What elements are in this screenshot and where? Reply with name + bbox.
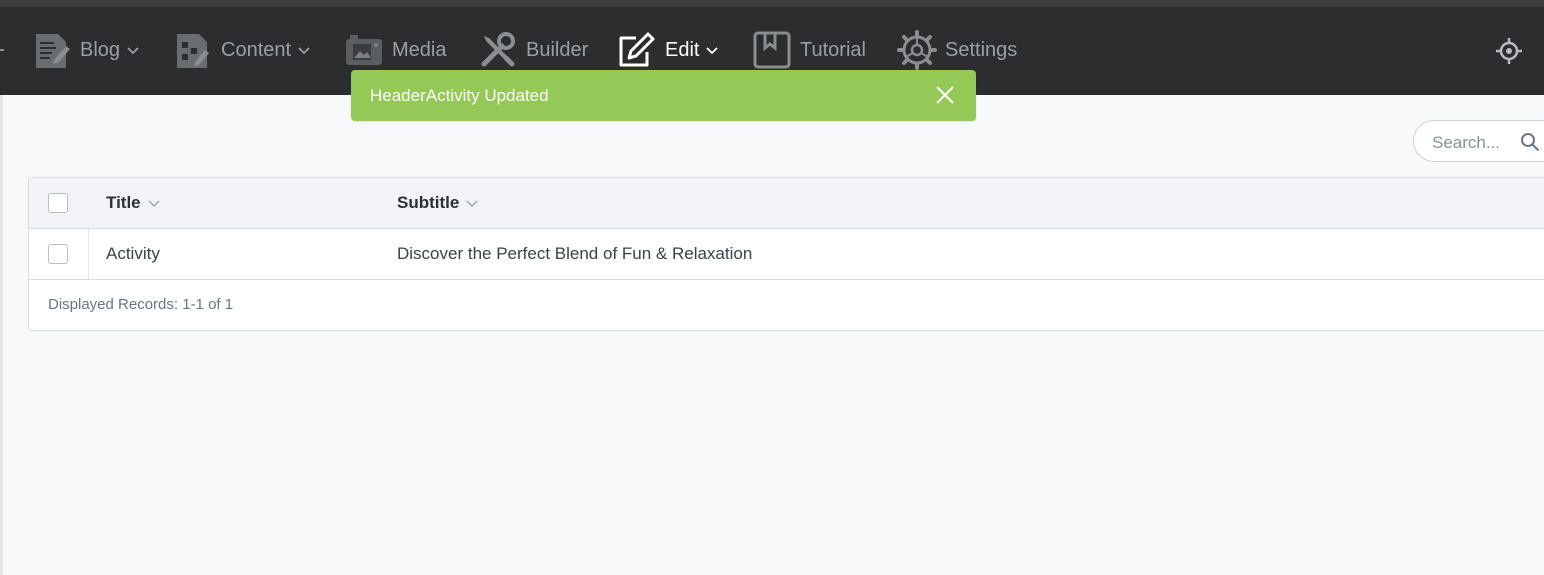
- records-count: Displayed Records: 1-1 of 1: [48, 296, 234, 313]
- row-checkbox[interactable]: [48, 244, 68, 264]
- builder-tools-icon: [478, 30, 518, 70]
- left-sidebar-edge: [0, 95, 3, 575]
- edit-pencil-icon: [617, 30, 657, 70]
- nav-item-content[interactable]: Content: [173, 27, 311, 73]
- search-icon[interactable]: [1520, 132, 1540, 152]
- chevron-down-icon: [297, 43, 311, 57]
- nav-item-edit[interactable]: Edit: [617, 27, 719, 73]
- nav-item-tutorial-label: Tutorial: [800, 38, 866, 61]
- row-divider: [88, 229, 89, 279]
- nav-item-settings-label: Settings: [945, 38, 1018, 61]
- nav-item-blog[interactable]: Blog: [32, 27, 140, 73]
- chevron-down-icon: [705, 43, 719, 57]
- nav-item-tutorial[interactable]: Tutorial: [752, 27, 866, 73]
- nav-item-edit-label: Edit: [665, 38, 700, 61]
- content-document-icon: [173, 30, 213, 70]
- settings-gear-icon: [897, 30, 937, 70]
- column-header-subtitle-label: Subtitle: [397, 193, 460, 212]
- chevron-down-icon: [126, 43, 140, 57]
- locate-crosshair-icon[interactable]: [1494, 36, 1524, 66]
- nav-item-builder-label: Builder: [526, 38, 589, 61]
- column-header-title-label: Title: [106, 193, 141, 212]
- records-table: Title Subtitle Activity Discover the Per…: [28, 177, 1544, 331]
- nav-item-settings[interactable]: Settings: [897, 27, 1017, 73]
- nav-item-builder[interactable]: Builder: [478, 27, 588, 73]
- table-header: Title Subtitle: [29, 178, 1544, 229]
- success-toast: HeaderActivity Updated: [351, 70, 976, 121]
- nav-item-media-label: Media: [392, 38, 447, 61]
- nav-item-content-label: Content: [221, 38, 292, 61]
- close-icon[interactable]: [934, 84, 956, 106]
- media-camera-icon: [344, 30, 384, 70]
- cell-subtitle: Discover the Perfect Blend of Fun & Rela…: [397, 244, 753, 263]
- toast-message: HeaderActivity Updated: [370, 85, 549, 105]
- column-header-subtitle[interactable]: Subtitle: [397, 193, 479, 213]
- table-row[interactable]: Activity Discover the Perfect Blend of F…: [29, 229, 1544, 280]
- search-input[interactable]: [1430, 130, 1524, 156]
- search-box: [1413, 120, 1544, 162]
- select-all-checkbox[interactable]: [48, 193, 68, 213]
- browser-top-strip: [0, 0, 1544, 7]
- sort-chevron-icon: [147, 196, 161, 210]
- blog-document-icon: [32, 30, 72, 70]
- nav-item-media[interactable]: Media: [344, 27, 446, 73]
- tutorial-bookmark-icon: [752, 30, 792, 70]
- nav-edge-marker: [0, 49, 4, 51]
- cell-title[interactable]: Activity: [106, 244, 160, 264]
- sort-chevron-icon: [465, 196, 479, 210]
- nav-item-blog-label: Blog: [80, 38, 121, 61]
- column-header-title[interactable]: Title: [106, 193, 161, 213]
